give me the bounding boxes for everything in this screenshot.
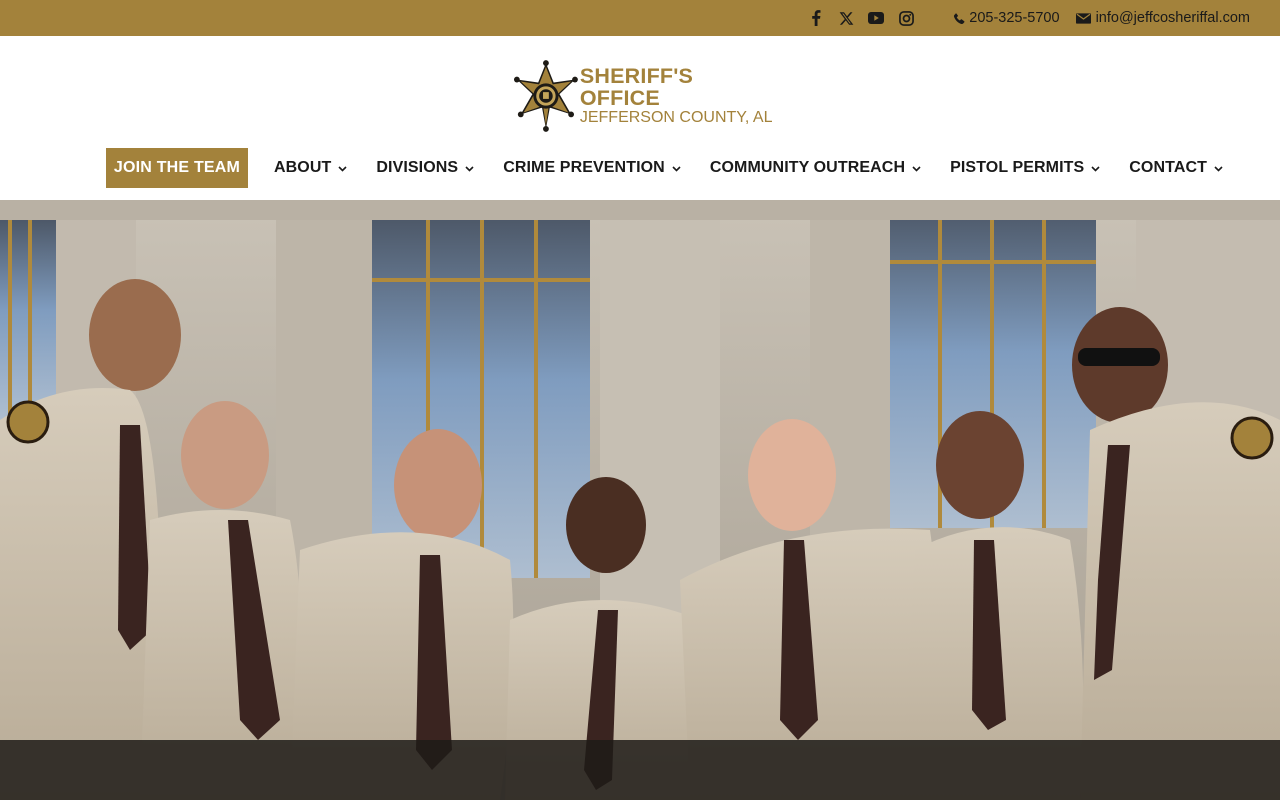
- nav-crime-prevention[interactable]: CRIME PREVENTION: [503, 159, 681, 177]
- site-logo[interactable]: SHERIFF'S OFFICE JEFFERSON COUNTY, AL: [513, 58, 773, 134]
- chevron-down-icon: [912, 165, 921, 172]
- nav-divisions[interactable]: DIVISIONS: [376, 159, 474, 177]
- phone-link[interactable]: 205-325-5700: [953, 10, 1060, 26]
- facebook-icon[interactable]: [801, 8, 831, 28]
- phone-number: 205-325-5700: [969, 10, 1060, 26]
- x-twitter-icon[interactable]: [831, 8, 861, 28]
- hero-image: [0, 200, 1280, 800]
- nav-label: CONTACT: [1129, 159, 1208, 176]
- phone-icon: [954, 12, 965, 24]
- chevron-down-icon: [465, 165, 474, 172]
- logo-subtitle: JEFFERSON COUNTY, AL: [579, 109, 773, 126]
- logo-title: SHERIFF'S OFFICE: [579, 64, 694, 110]
- main-nav: JOIN THE TEAM ABOUT DIVISIONS CRIME PREV…: [106, 148, 1223, 188]
- envelope-icon: [1075, 12, 1091, 24]
- nav-label: ABOUT: [274, 159, 332, 176]
- nav-label: DIVISIONS: [376, 159, 459, 176]
- chevron-down-icon: [1214, 165, 1223, 172]
- nav-pistol-permits[interactable]: PISTOL PERMITS: [950, 159, 1100, 177]
- nav-label: COMMUNITY OUTREACH: [709, 159, 906, 176]
- youtube-icon[interactable]: [861, 8, 891, 28]
- top-bar: 205-325-5700 info@jeffcosheriffal.com: [0, 0, 1280, 36]
- social-links: [801, 8, 921, 28]
- nav-about[interactable]: ABOUT: [274, 159, 347, 177]
- nav-label: CRIME PREVENTION: [503, 159, 665, 176]
- chevron-down-icon: [1091, 165, 1100, 172]
- email-link[interactable]: info@jeffcosheriffal.com: [1075, 10, 1250, 26]
- nav-community-outreach[interactable]: COMMUNITY OUTREACH: [710, 159, 921, 177]
- sheriff-star-icon: [513, 60, 578, 132]
- chevron-down-icon: [338, 165, 347, 172]
- email-address: info@jeffcosheriffal.com: [1095, 10, 1250, 26]
- nav-label: PISTOL PERMITS: [950, 159, 1085, 176]
- hero-photo-illustration: [0, 200, 1280, 800]
- chevron-down-icon: [672, 165, 681, 172]
- nav-contact[interactable]: CONTACT: [1129, 159, 1223, 177]
- instagram-icon[interactable]: [891, 8, 921, 28]
- site-header: SHERIFF'S OFFICE JEFFERSON COUNTY, AL JO…: [0, 36, 1280, 200]
- join-the-team-button[interactable]: JOIN THE TEAM: [106, 148, 248, 188]
